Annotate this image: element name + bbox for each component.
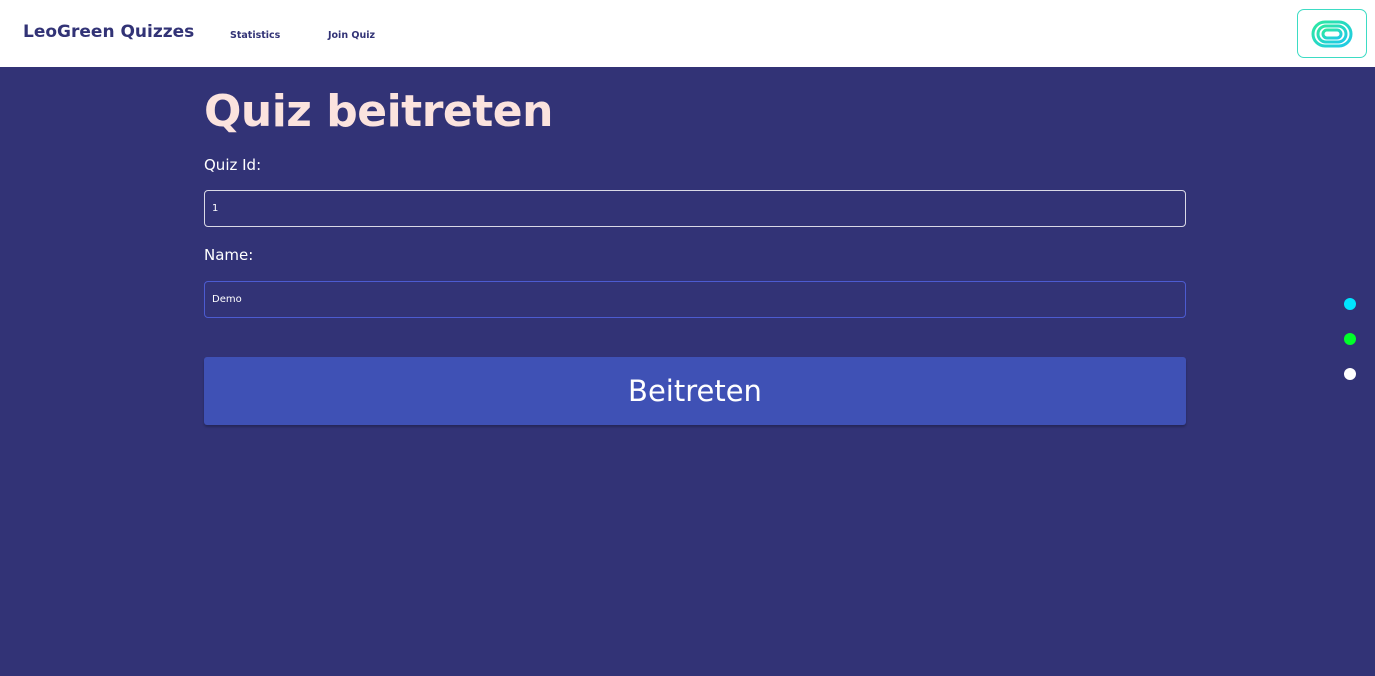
side-dot-cyan[interactable] — [1344, 298, 1356, 310]
top-navbar: LeoGreen Quizzes Statistics Join Quiz — [0, 0, 1375, 67]
quiz-id-label: Quiz Id: — [204, 156, 262, 174]
join-button[interactable]: Beitreten — [204, 357, 1186, 425]
page-title: Quiz beitreten — [204, 86, 553, 137]
side-dot-green[interactable] — [1344, 333, 1356, 345]
side-dot-white[interactable] — [1344, 368, 1356, 380]
leogreen-logo-icon — [1311, 20, 1353, 47]
nav-link-statistics[interactable]: Statistics — [230, 30, 280, 41]
brand-link[interactable]: LeoGreen Quizzes — [23, 22, 194, 42]
nav-link-join-quiz[interactable]: Join Quiz — [328, 30, 375, 41]
leogreen-logo-button[interactable] — [1297, 9, 1367, 58]
name-input[interactable] — [204, 281, 1186, 318]
quiz-id-input[interactable] — [204, 190, 1186, 227]
name-label: Name: — [204, 246, 254, 264]
